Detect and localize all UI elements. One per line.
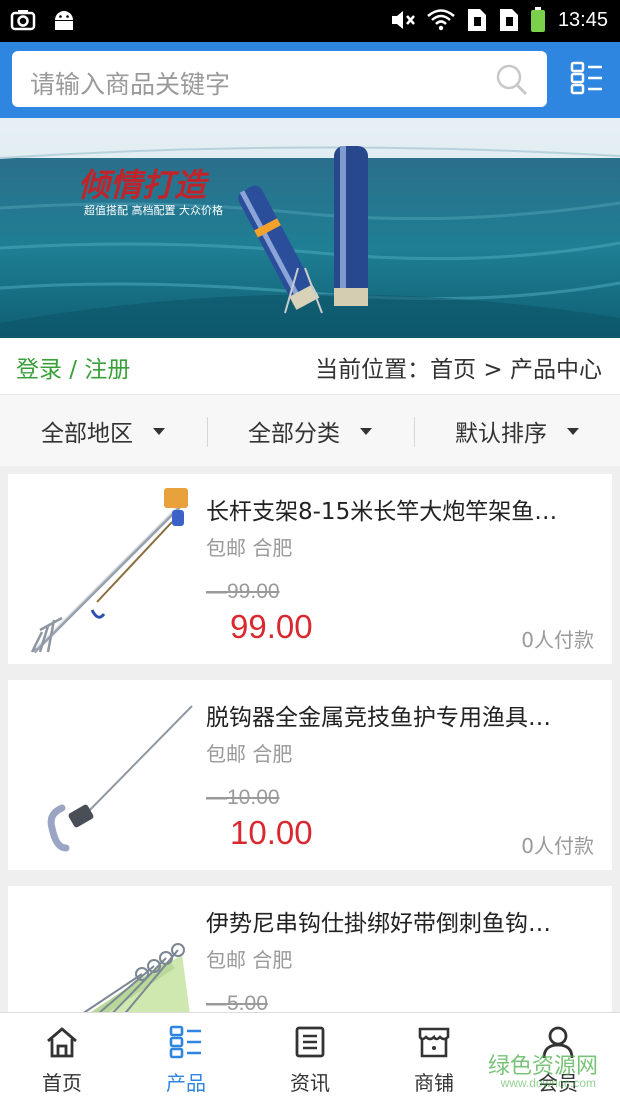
grid-list-icon bbox=[169, 1025, 201, 1059]
banner-headline: 倾情打造 bbox=[78, 166, 207, 204]
watermark-url: www.downcc.com bbox=[500, 1076, 596, 1090]
nav-products-label: 产品 bbox=[166, 1071, 206, 1095]
category-filter[interactable]: 全部分类 bbox=[207, 395, 413, 467]
search-icon[interactable] bbox=[495, 63, 529, 97]
region-filter[interactable]: 全部地区 bbox=[0, 395, 206, 467]
nav-news[interactable]: 资讯 bbox=[248, 1013, 372, 1102]
sort-filter-label: 默认排序 bbox=[455, 421, 547, 447]
product-card[interactable]: 脱钩器全金属竞技鱼护专用渔具… 包邮 合肥 —10.00 10.00 0人付款 bbox=[8, 680, 612, 870]
shop-icon bbox=[418, 1027, 450, 1058]
product-location: 包邮 合肥 bbox=[206, 948, 293, 972]
product-title[interactable]: 伊势尼串钩仕掛绑好带倒刺鱼钩… bbox=[206, 904, 602, 938]
breadcrumb: 当前位置：首页 > 产品中心 bbox=[315, 357, 602, 383]
android-icon bbox=[55, 11, 73, 30]
sort-filter[interactable]: 默认排序 bbox=[414, 395, 620, 467]
wifi-icon bbox=[427, 9, 455, 31]
promo-banner[interactable]: 倾情打造 超值搭配 高档配置 大众价格 bbox=[0, 118, 620, 338]
nav-products[interactable]: 产品 bbox=[124, 1013, 248, 1102]
nav-shops-label: 商铺 bbox=[414, 1071, 454, 1095]
category-filter-label: 全部分类 bbox=[248, 421, 340, 447]
status-bar: 13:45 bbox=[0, 0, 620, 42]
product-location: 包邮 合肥 bbox=[206, 536, 293, 560]
region-filter-label: 全部地区 bbox=[41, 421, 133, 447]
product-title[interactable]: 脱钩器全金属竞技鱼护专用渔具… bbox=[206, 698, 602, 732]
product-image-rod-holder bbox=[30, 488, 188, 654]
sim1-signal-icon bbox=[467, 9, 486, 31]
product-location: 包邮 合肥 bbox=[206, 742, 293, 766]
news-icon bbox=[295, 1026, 325, 1058]
chevron-down-icon bbox=[360, 427, 372, 435]
battery-icon bbox=[530, 7, 545, 32]
product-image-hook-remover bbox=[47, 705, 193, 852]
product-price: 99.00 bbox=[230, 608, 313, 645]
chevron-down-icon bbox=[153, 427, 165, 435]
product-price: 10.00 bbox=[230, 814, 313, 851]
breadcrumb-bar: 登录 / 注册 当前位置：首页 > 产品中心 bbox=[0, 338, 620, 394]
nav-home-label: 首页 bbox=[42, 1071, 82, 1095]
category-menu-icon[interactable] bbox=[570, 61, 604, 95]
filter-bar: 全部地区 全部分类 默认排序 bbox=[0, 394, 620, 466]
header: 请输入商品关键字 bbox=[0, 42, 620, 118]
original-price: —99.00 bbox=[206, 580, 280, 603]
search-input[interactable]: 请输入商品关键字 bbox=[12, 51, 547, 107]
nav-news-label: 资讯 bbox=[290, 1071, 330, 1095]
purchase-count: 0人付款 bbox=[521, 628, 594, 652]
nav-shops[interactable]: 商铺 bbox=[372, 1013, 496, 1102]
clock: 13:45 bbox=[557, 8, 608, 31]
nav-home[interactable]: 首页 bbox=[0, 1013, 124, 1102]
product-card[interactable]: 长杆支架8-15米长竿大炮竿架鱼… 包邮 合肥 —99.00 99.00 0人付… bbox=[8, 474, 612, 664]
banner-tagline: 超值搭配 高档配置 大众价格 bbox=[84, 204, 223, 217]
search-placeholder: 请输入商品关键字 bbox=[30, 70, 231, 99]
product-title[interactable]: 长杆支架8-15米长竿大炮竿架鱼… bbox=[206, 492, 602, 526]
original-price: —10.00 bbox=[206, 786, 280, 809]
login-register-link[interactable]: 登录 / 注册 bbox=[16, 350, 130, 384]
sim2-signal-icon bbox=[499, 9, 518, 31]
chevron-down-icon bbox=[567, 427, 579, 435]
mute-icon bbox=[391, 11, 415, 29]
screenshot-icon bbox=[10, 10, 36, 31]
purchase-count: 0人付款 bbox=[521, 834, 594, 858]
home-icon bbox=[47, 1027, 77, 1058]
